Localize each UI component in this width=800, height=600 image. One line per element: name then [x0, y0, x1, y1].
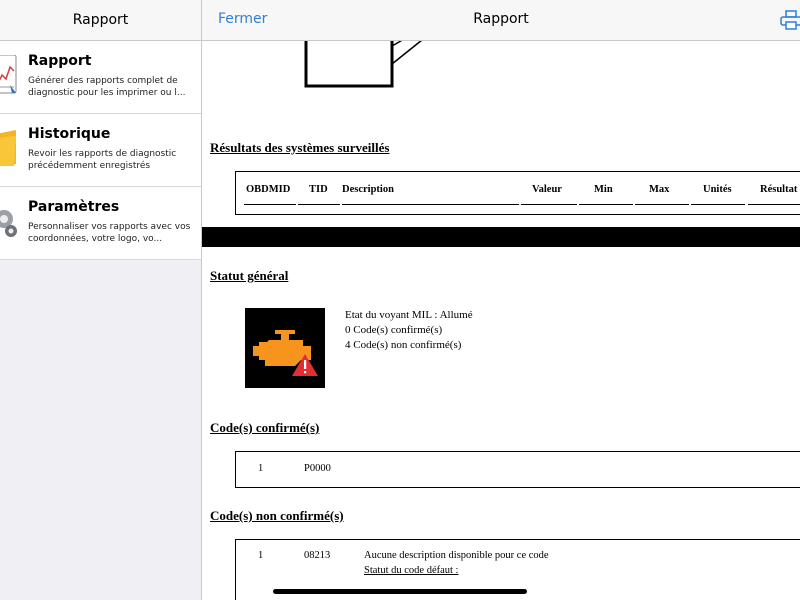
column-underline [579, 204, 633, 205]
dtc-description: Aucune description disponible pour ce co… [364, 550, 549, 561]
section-separator-band [202, 227, 800, 247]
page-title: Rapport [473, 11, 529, 27]
row-index: 1 [258, 550, 264, 561]
column-underline [298, 204, 340, 205]
dtc-code: P0000 [304, 463, 331, 474]
report-detail-pane: Résultats des systèmes surveillés OBDMID… [202, 0, 800, 600]
report-chart-icon [0, 55, 17, 94]
unconfirmed-codes-title: Code(s) non confirmé(s) [210, 508, 344, 523]
sidebar-item-title: Rapport [28, 53, 92, 69]
sidebar-item-title: Paramètres [28, 199, 120, 215]
sidebar-item-parametres[interactable]: Paramètres Personnaliser vos rapports av… [0, 187, 201, 260]
unconfirmed-count-line: 4 Code(s) non confirmé(s) [345, 339, 462, 351]
column-header: TID [309, 184, 328, 195]
sidebar-title: Rapport [72, 12, 129, 28]
column-underline [244, 204, 296, 205]
sidebar-item-desc: Revoir les rapports de diagnostic précéd… [28, 149, 177, 171]
printer-icon[interactable] [780, 10, 800, 30]
general-status-title: Statut général [210, 268, 289, 283]
monitor-results-table: OBDMID TID Description Valeur Min Max Un… [235, 171, 800, 215]
master-sidebar: Rapport Rapport Générer des rapports com… [0, 0, 202, 600]
sidebar-item-desc: Générer des rapports complet de diagnost… [28, 76, 186, 98]
sidebar-item-desc: Personnaliser vos rapports avec vos coor… [28, 222, 191, 244]
column-header: Max [649, 184, 670, 195]
sidebar-header: Rapport [0, 0, 201, 41]
sidebar-list: Rapport Générer des rapports complet de … [0, 41, 201, 260]
row-index: 1 [258, 463, 264, 474]
sidebar-item-title: Historique [28, 126, 111, 142]
report-document[interactable]: Résultats des systèmes surveillés OBDMID… [202, 0, 800, 600]
column-header: Valeur [532, 184, 562, 195]
check-engine-warning-icon [245, 308, 325, 388]
monitor-section-title: Résultats des systèmes surveillés [210, 140, 390, 155]
sidebar-item-historique[interactable]: Historique Revoir les rapports de diagno… [0, 114, 201, 187]
column-underline [521, 204, 577, 205]
navigation-bar: Fermer Rapport [202, 0, 800, 41]
confirmed-codes-table: 1 P0000 [235, 451, 800, 488]
dtc-code: 08213 [304, 550, 331, 561]
sidebar-item-rapport[interactable]: Rapport Générer des rapports complet de … [0, 41, 201, 114]
column-underline [691, 204, 745, 205]
dtc-status-label: Statut du code défaut : [364, 565, 459, 576]
gear-icon [0, 210, 17, 237]
column-header: Description [342, 184, 394, 195]
column-underline [342, 204, 519, 205]
mil-status-line: Etat du voyant MIL : Allumé [345, 309, 473, 321]
home-indicator[interactable] [273, 589, 527, 594]
folder-icon [0, 130, 16, 166]
column-header: OBDMID [246, 184, 291, 195]
column-header: Min [594, 184, 613, 195]
column-header: Résultat [760, 184, 798, 195]
general-status-text: Etat du voyant MIL : Allumé 0 Code(s) co… [345, 308, 473, 353]
column-header: Unités [703, 184, 732, 195]
confirmed-count-line: 0 Code(s) confirmé(s) [345, 324, 443, 336]
confirmed-codes-title: Code(s) confirmé(s) [210, 420, 320, 435]
column-underline [748, 204, 800, 205]
column-underline [635, 204, 689, 205]
